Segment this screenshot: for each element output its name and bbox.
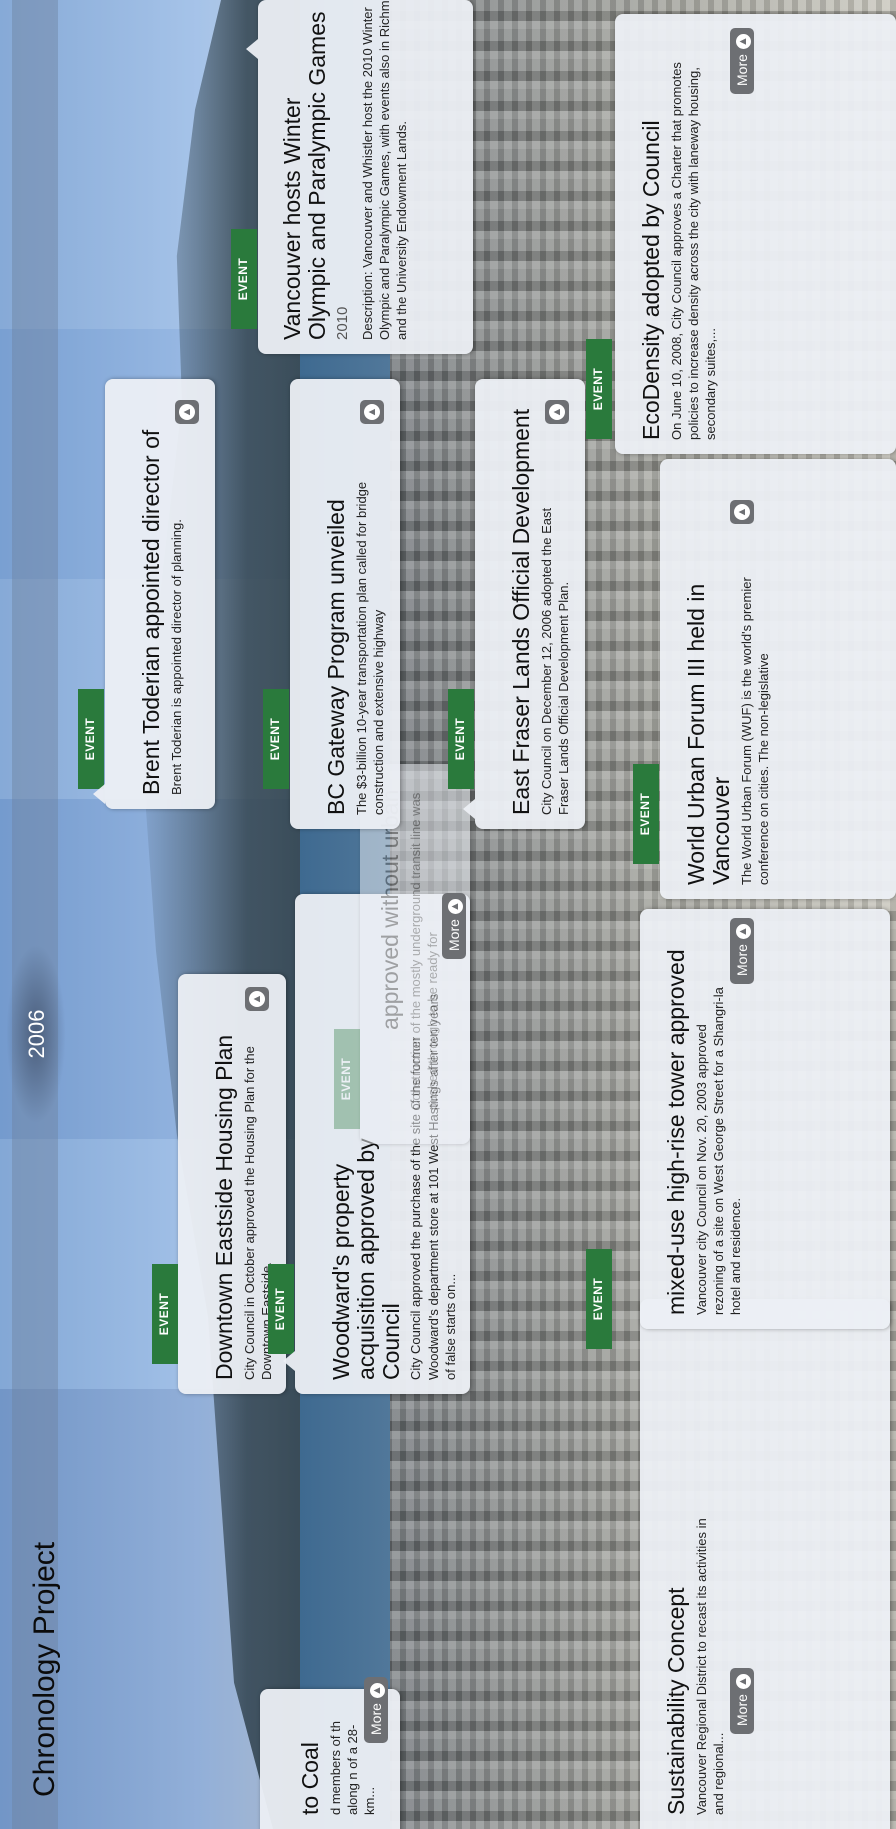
collapse-button[interactable]: ▲ [175,400,199,424]
event-title: Downtown Eastside Housing Plan [211,1034,237,1380]
arrow-up-icon: ▲ [249,991,265,1007]
collapse-button[interactable]: ▲ [730,500,754,524]
more-button[interactable]: More ▲ [730,1668,754,1734]
arrow-up-icon: ▲ [735,34,751,50]
screen: 2006 Chronology Project to Coal d member… [0,0,896,1829]
more-label: More [734,944,750,976]
event-tag-ghost: EVENT [334,1029,360,1129]
more-button[interactable]: More ▲ [364,1677,388,1743]
event-tag: EVENT [231,229,257,329]
event-description: Description: Vancouver and Whistler host… [359,0,410,340]
year-label: 2006 [24,1009,49,1059]
more-label: More [368,1703,384,1735]
event-year: 2010 [333,306,351,340]
timeline-canvas[interactable]: 2006 Chronology Project to Coal d member… [0,0,896,1829]
event-card-mixed-use[interactable]: mixed-use high-rise tower approved Vanco… [640,909,890,1329]
more-label: More [446,919,462,951]
event-description: On June 10, 2008, City Council approves … [668,62,719,440]
arrow-up-icon: ▲ [179,404,195,420]
more-button[interactable]: More ▲ [730,28,754,94]
event-description: The $3-billion 10-year transportation pl… [353,481,387,815]
event-title: EcoDensity adopted by Council [638,120,664,440]
arrow-up-icon: ▲ [735,1674,751,1690]
arrow-up-icon: ▲ [735,924,751,940]
event-description: Vancouver city Council on Nov. 20, 2003 … [693,987,744,1315]
event-description: Vancouver Regional District to recast it… [693,1518,727,1815]
event-title: Brent Toderian appointed director of [138,429,164,795]
app-title: Chronology Project [28,1541,61,1797]
event-description: Brent Toderian is appointed director of … [168,519,184,795]
card-pointer [283,1351,295,1371]
event-title: to Coal [297,1742,323,1815]
more-button[interactable]: More ▲ [442,893,466,959]
card-pointer [93,784,105,804]
card-pointer [463,799,475,819]
more-label: More [734,54,750,86]
event-card-ecodensity[interactable]: EcoDensity adopted by Council On June 10… [615,14,896,454]
event-tag: EVENT [263,689,289,789]
event-card-wuf[interactable]: World Urban Forum III held in Vancouver … [660,459,896,899]
event-title: BC Gateway Program unveiled [323,499,349,815]
event-tag: EVENT [152,1264,178,1364]
more-button[interactable]: More ▲ [730,918,754,984]
event-description: Construction of the mostly underground t… [407,792,441,1110]
event-tag: EVENT [586,1249,612,1349]
event-tag: EVENT [268,1264,294,1354]
event-description: City Council on December 12, 2006 adopte… [538,507,572,815]
event-tag: EVENT [586,339,612,439]
event-card-toderian[interactable]: Brent Toderian appointed director of Bre… [105,379,215,809]
event-description: The World Urban Forum (WUF) is the world… [738,577,771,885]
event-tag: EVENT [633,764,659,864]
arrow-up-icon: ▲ [369,1683,385,1699]
arrow-up-icon: ▲ [447,899,463,915]
event-title: Vancouver hosts Winter Olympic and Paral… [279,11,330,341]
event-tag: EVENT [78,689,104,789]
arrow-up-icon: ▲ [549,404,565,420]
event-title: mixed-use high-rise tower approved [663,949,689,1315]
event-card-sustainability[interactable]: Sustainability Concept Vancouver Regiona… [640,1299,890,1829]
event-card-east-fraser[interactable]: East Fraser Lands Official Development C… [475,379,585,829]
collapse-button[interactable]: ▲ [360,400,384,424]
event-title: Sustainability Concept [663,1587,689,1815]
event-title: East Fraser Lands Official Development [508,408,534,815]
event-title: World Urban Forum III held in Vancouver [683,583,734,885]
collapse-button[interactable]: ▲ [545,400,569,424]
event-card-gateway[interactable]: BC Gateway Program unveiled The $3-billi… [290,379,400,829]
event-card-olympics[interactable]: Vancouver hosts Winter Olympic and Paral… [258,0,473,354]
event-tag: EVENT [448,689,474,789]
card-pointer [246,39,258,59]
collapse-button[interactable]: ▲ [245,987,269,1011]
arrow-up-icon: ▲ [364,404,380,420]
more-label: More [734,1694,750,1726]
arrow-up-icon: ▲ [734,504,750,520]
